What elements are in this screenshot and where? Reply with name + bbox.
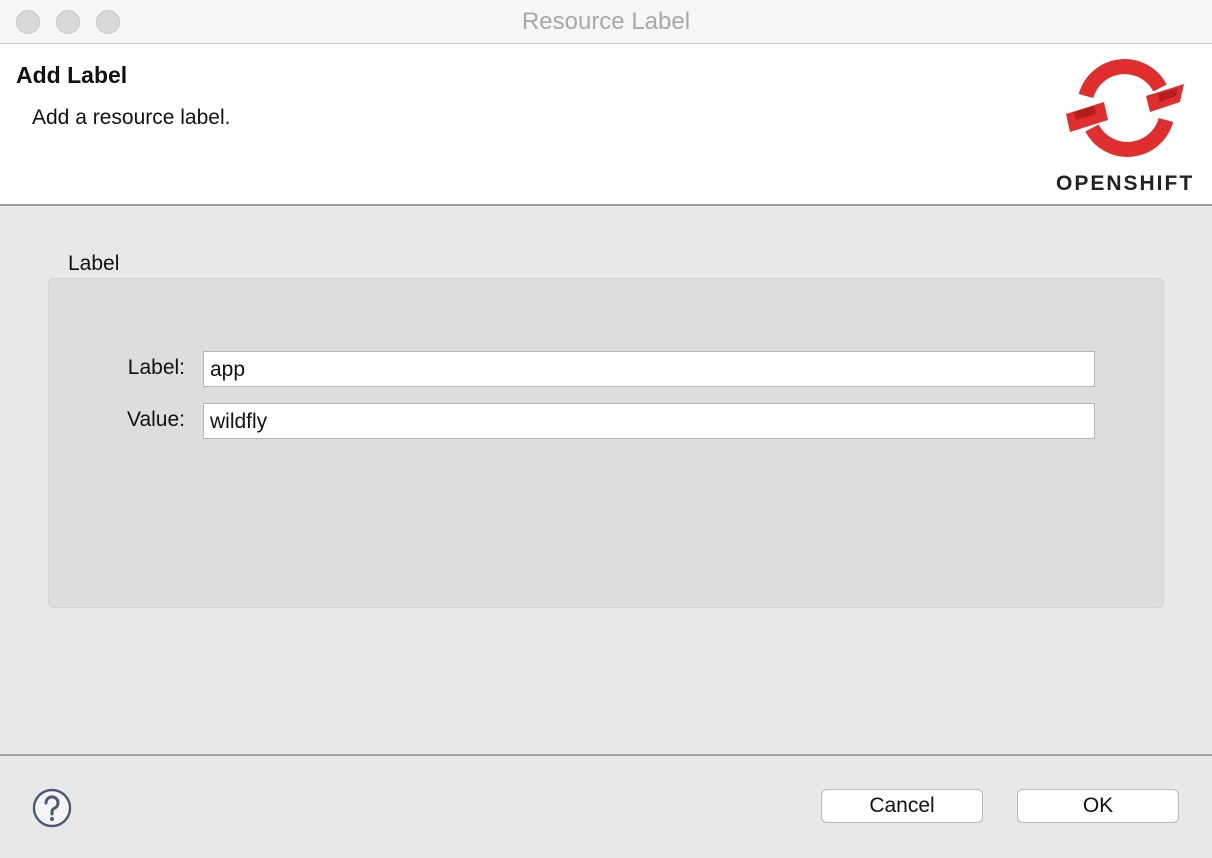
ok-button[interactable]: OK — [1017, 789, 1179, 823]
title-bar: Resource Label — [0, 0, 1212, 44]
dialog-content: Label Label: Value: — [0, 206, 1212, 754]
banner-description: Add a resource label. — [32, 106, 231, 129]
help-icon[interactable] — [32, 788, 72, 828]
openshift-logo-text: OPENSHIFT — [1056, 172, 1195, 195]
value-input[interactable] — [203, 403, 1095, 439]
openshift-logo-icon — [1066, 59, 1184, 157]
label-input[interactable] — [203, 351, 1095, 387]
label-field-label: Label: — [127, 356, 185, 379]
cancel-button[interactable]: Cancel — [821, 789, 983, 823]
value-field-label: Value: — [127, 408, 185, 431]
dialog-footer: Cancel OK — [0, 754, 1212, 858]
banner-title: Add Label — [16, 62, 128, 88]
label-group-title: Label — [68, 252, 120, 275]
dialog-banner: Add Label Add a resource label. OPENSHIF… — [0, 44, 1212, 206]
label-group-box: Label: Value: — [48, 278, 1164, 608]
window-title: Resource Label — [521, 8, 691, 35]
resource-label-dialog: Resource Label Add Label Add a resource … — [0, 0, 1212, 858]
